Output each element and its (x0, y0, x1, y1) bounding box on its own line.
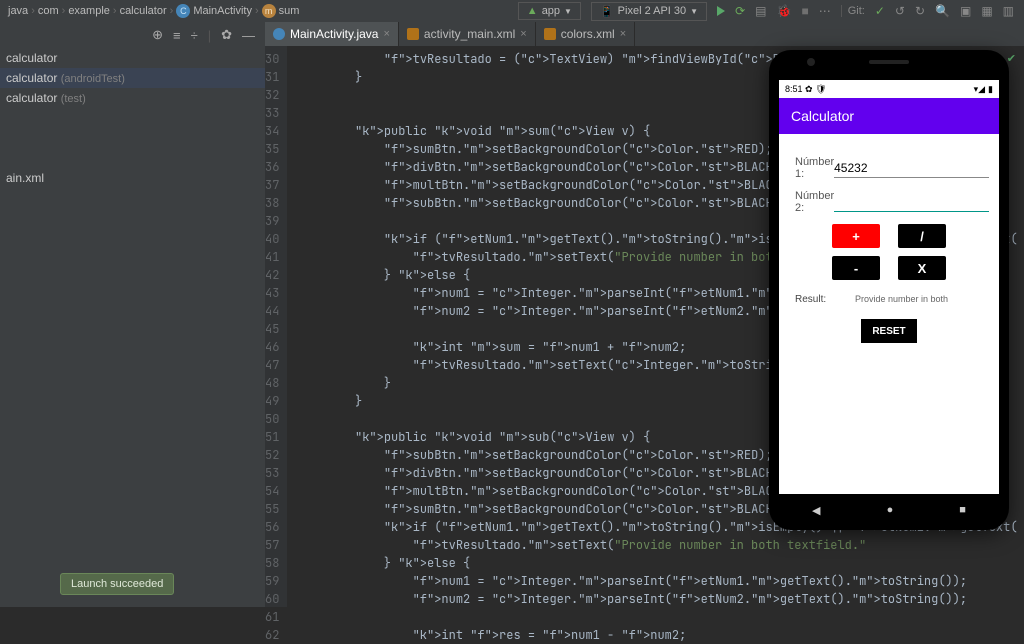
speaker-icon (869, 60, 909, 64)
tree-item[interactable]: calculator (0, 48, 265, 68)
xml-file-icon (544, 28, 556, 40)
hide-icon[interactable]: — (242, 28, 255, 43)
settings-icon[interactable]: ▣ (960, 4, 971, 18)
tab-colors[interactable]: colors.xml× (536, 22, 635, 46)
tab-mainactivity[interactable]: MainActivity.java× (265, 22, 399, 46)
sdk-icon[interactable]: ▥ (1003, 4, 1014, 18)
git-label: Git: (841, 5, 865, 17)
tab-activity-main[interactable]: activity_main.xml× (399, 22, 536, 46)
more-icon[interactable]: ⋯ (819, 4, 831, 18)
close-icon[interactable]: × (620, 28, 626, 40)
run-toolbar: ▲app▼ 📱 Pixel 2 API 30 ▼ ⟳ ▤ 🐞 ■ ⋯ Git: … (518, 0, 1014, 22)
java-file-icon (273, 28, 285, 40)
search-icon[interactable]: 🔍 (935, 4, 950, 18)
project-tree: ⊕ ≡ ÷ | ✿ — calculator calculator (andro… (0, 22, 265, 607)
run-button[interactable] (717, 6, 725, 16)
target-icon[interactable]: ⊕ (152, 27, 163, 43)
crumb[interactable]: calculator (120, 5, 167, 17)
xml-file-icon (407, 28, 419, 40)
crumb[interactable]: example (68, 5, 110, 17)
editor-tabs: MainActivity.java× activity_main.xml× co… (265, 22, 1024, 46)
attach-icon[interactable]: 🐞 (777, 4, 792, 18)
home-icon[interactable]: ● (887, 504, 894, 516)
signal-icon: ▾◢ (974, 84, 985, 95)
close-icon[interactable]: × (520, 28, 526, 40)
git-down-icon[interactable]: ↻ (915, 4, 925, 18)
crumb[interactable]: com (38, 5, 59, 17)
close-icon[interactable]: × (383, 28, 389, 40)
num2-input[interactable] (834, 193, 989, 212)
divide-button[interactable]: / (898, 224, 946, 248)
num2-label: Númber 2: (795, 190, 834, 214)
result-label: Result: (795, 294, 855, 305)
tree-item[interactable]: calculator (test) (0, 88, 265, 108)
emulator-frame: 8:51 ✿ 🛡 ▾◢▮ Calculator Númber 1: Númber… (769, 50, 1009, 530)
avd-icon[interactable]: ▦ (981, 4, 992, 18)
android-icon: ▲ (527, 5, 538, 17)
status-bar: 8:51 ✿ 🛡 ▾◢▮ (779, 80, 999, 98)
app-config-dropdown[interactable]: ▲app▼ (518, 2, 581, 20)
profile-icon[interactable]: ▤ (755, 4, 766, 18)
recent-icon[interactable]: ■ (959, 504, 966, 516)
class-icon: C (176, 4, 190, 18)
reset-button[interactable]: RESET (861, 319, 917, 343)
app-bar: Calculator (779, 98, 999, 134)
collapse-icon[interactable]: ≡ (173, 28, 181, 43)
camera-icon (807, 58, 815, 66)
num1-input[interactable] (834, 159, 989, 178)
gutter: 3031323334353637383940414243444546474849… (265, 46, 287, 607)
plus-button[interactable]: + (832, 224, 880, 248)
battery-icon: ▮ (988, 84, 993, 95)
gear-icon: ✿ (805, 84, 813, 94)
git-check-icon[interactable]: ✓ (875, 4, 885, 18)
git-up-icon[interactable]: ↺ (895, 4, 905, 18)
back-icon[interactable]: ◀ (812, 504, 820, 517)
result-value: Provide number in both (855, 294, 948, 305)
tree-item[interactable]: ain.xml (0, 168, 265, 188)
emulator-screen[interactable]: 8:51 ✿ 🛡 ▾◢▮ Calculator Númber 1: Númber… (779, 80, 999, 494)
stop-icon[interactable]: ■ (801, 4, 808, 18)
multiply-button[interactable]: X (898, 256, 946, 280)
method-icon: m (262, 4, 276, 18)
gear-icon[interactable]: ✿ (221, 27, 232, 43)
nav-bar: ◀ ● ■ (779, 494, 999, 526)
debug-icon[interactable]: ⟳ (735, 4, 745, 18)
num1-label: Númber 1: (795, 156, 834, 180)
crumb[interactable]: MainActivity (193, 5, 252, 17)
shield-icon: 🛡 (815, 84, 826, 94)
crumb[interactable]: java (8, 5, 28, 17)
expand-icon[interactable]: ÷ (191, 28, 198, 43)
device-dropdown[interactable]: 📱 Pixel 2 API 30 ▼ (591, 2, 707, 21)
launch-toast: Launch succeeded (60, 573, 174, 595)
tree-item[interactable]: calculator (androidTest) (0, 68, 265, 88)
crumb[interactable]: sum (279, 5, 300, 17)
minus-button[interactable]: - (832, 256, 880, 280)
